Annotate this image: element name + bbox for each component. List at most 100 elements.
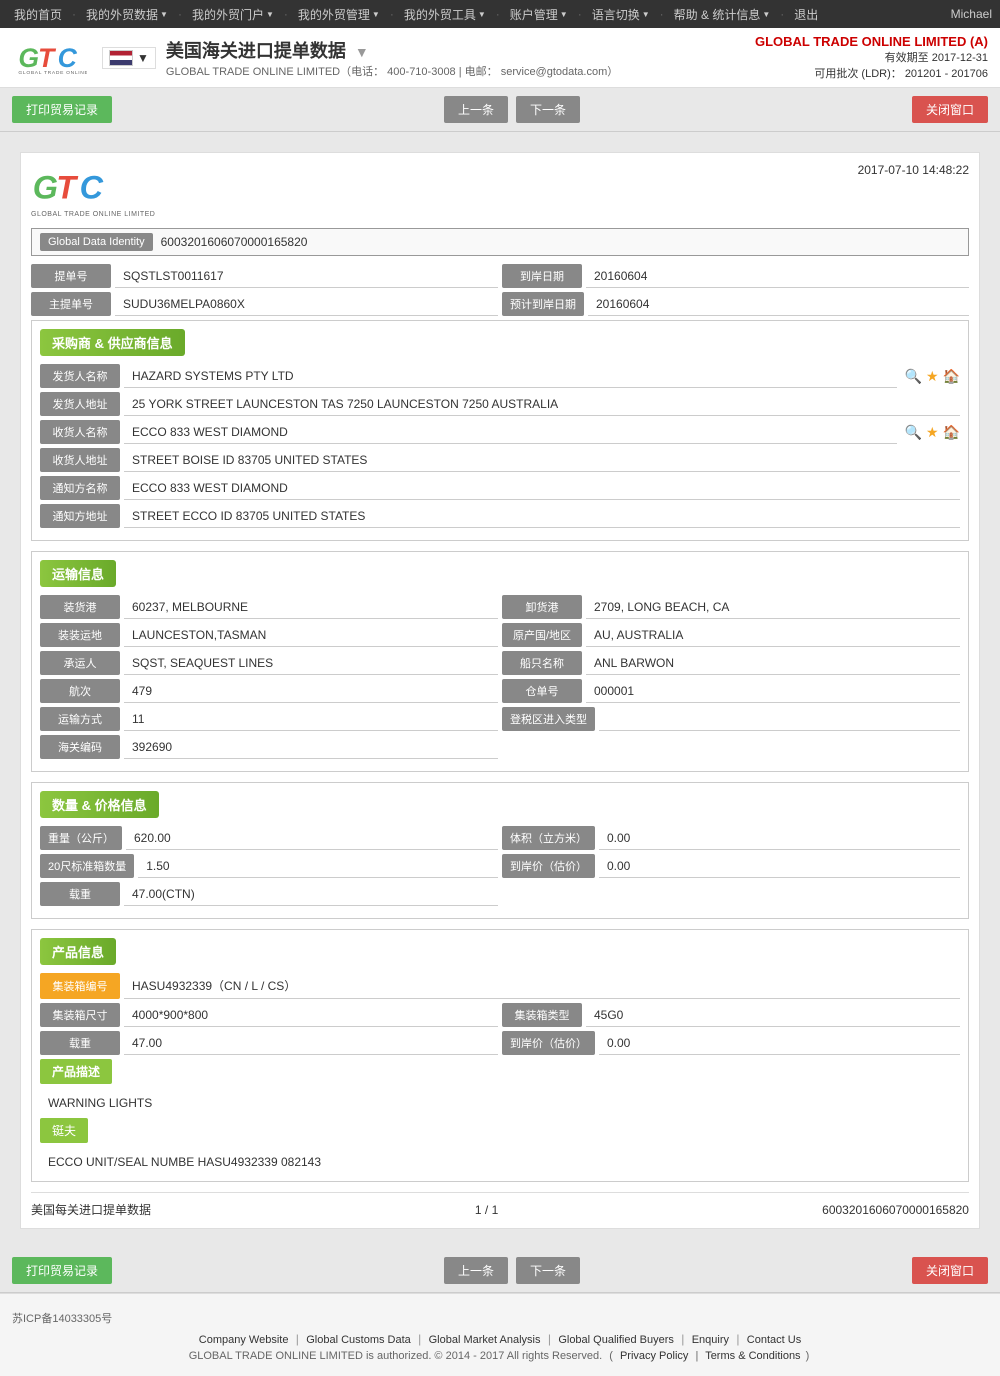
transport-mode-label: 运输方式	[40, 707, 120, 731]
footer-global-customs[interactable]: Global Customs Data	[306, 1334, 411, 1346]
svg-text:C: C	[80, 170, 104, 206]
prev-button-bottom[interactable]: 上一条	[444, 1257, 508, 1284]
footer-contact-us[interactable]: Contact Us	[747, 1334, 801, 1346]
next-button-bottom[interactable]: 下一条	[516, 1257, 580, 1284]
product-title: 产品信息	[40, 938, 116, 965]
logo: G T C GLOBAL TRADE ONLINE LIMITED	[12, 37, 92, 79]
next-button[interactable]: 下一条	[516, 96, 580, 123]
nav-home[interactable]: 我的首页	[8, 2, 68, 27]
svg-text:G: G	[18, 43, 39, 73]
product-desc-value: WARNING LIGHTS	[40, 1092, 960, 1114]
nav-help[interactable]: 帮助 & 统计信息 ▼	[668, 2, 777, 27]
nav-trade-data-arrow: ▼	[160, 10, 168, 19]
container-size-label: 集装箱尺寸	[40, 1003, 120, 1027]
arrival-price-value: 0.00	[599, 854, 960, 878]
vessel-value: ANL BARWON	[586, 651, 960, 675]
nav-trade-portal[interactable]: 我的外贸门户 ▼	[186, 2, 280, 27]
doc-logo-subtitle: GLOBAL TRADE ONLINE LIMITED	[31, 211, 155, 218]
container-price-row: 20尺标准箱数量 1.50 到岸价（估价） 0.00	[40, 854, 960, 878]
consignee-star-icon[interactable]: ★	[926, 424, 939, 441]
container-20-value: 1.50	[138, 854, 498, 878]
toolbar-top: 打印贸易记录 上一条 下一条 关闭窗口	[0, 88, 1000, 132]
manifest-value: 000001	[586, 679, 960, 703]
doc-footer-title: 美国每关进口提单数据	[31, 1201, 151, 1218]
consignee-name-row: 收货人名称 ECCO 833 WEST DIAMOND 🔍 ★ 🏠	[40, 420, 960, 444]
nav-trade-manage[interactable]: 我的外贸管理 ▼	[292, 2, 386, 27]
close-button-bottom[interactable]: 关闭窗口	[912, 1257, 988, 1284]
nav-language[interactable]: 语言切换 ▼	[586, 2, 656, 27]
consignee-name-actions: 🔍 ★ 🏠	[901, 420, 960, 444]
nav-items: 我的首页 · 我的外贸数据 ▼ · 我的外贸门户 ▼ · 我的外贸管理 ▼ · …	[8, 2, 824, 27]
flag-selector[interactable]: ▼	[102, 47, 156, 69]
footer-privacy-policy[interactable]: Privacy Policy	[620, 1350, 688, 1362]
product-price-label: 到岸价（估价）	[502, 1031, 595, 1055]
footer-global-buyers[interactable]: Global Qualified Buyers	[558, 1334, 674, 1346]
product-qty-label: 载重	[40, 1031, 120, 1055]
print-trade-record-button[interactable]: 打印贸易记录	[12, 96, 112, 123]
shipper-star-icon[interactable]: ★	[926, 368, 939, 385]
voyage-label: 航次	[40, 679, 120, 703]
container-no-value: HASU4932339（CN / L / CS）	[124, 973, 960, 999]
footer-enquiry[interactable]: Enquiry	[692, 1334, 729, 1346]
product-desc-label-row: 产品描述	[40, 1059, 960, 1088]
identity-label: Global Data Identity	[40, 233, 153, 251]
trade-zone-label: 登税区进入类型	[502, 707, 595, 731]
vessel-label: 船只名称	[502, 651, 582, 675]
loading-port-value: 60237, MELBOURNE	[124, 595, 498, 619]
nav-account[interactable]: 账户管理 ▼	[504, 2, 574, 27]
footer-company-website[interactable]: Company Website	[199, 1334, 289, 1346]
shipper-search-icon[interactable]: 🔍	[905, 368, 922, 385]
container-size-value: 4000*900*800	[124, 1003, 498, 1027]
nav-trade-tools[interactable]: 我的外贸工具 ▼	[398, 2, 492, 27]
svg-text:GLOBAL TRADE ONLINE LIMITED: GLOBAL TRADE ONLINE LIMITED	[18, 70, 87, 76]
arrival-price-label: 到岸价（估价）	[502, 854, 595, 878]
notify-name-value: ECCO 833 WEST DIAMOND	[124, 476, 960, 500]
nav-trade-data[interactable]: 我的外贸数据 ▼	[80, 2, 174, 27]
master-bill-label: 主提单号	[31, 292, 111, 316]
print-trade-record-button-bottom[interactable]: 打印贸易记录	[12, 1257, 112, 1284]
trade-zone-value	[599, 707, 960, 731]
footer-global-market[interactable]: Global Market Analysis	[429, 1334, 541, 1346]
notify-addr-row: 通知方地址 STREET ECCO ID 83705 UNITED STATES	[40, 504, 960, 528]
svg-text:T: T	[56, 170, 79, 206]
weight-volume-row: 重量（公斤） 620.00 体积（立方米） 0.00	[40, 826, 960, 850]
close-button[interactable]: 关闭窗口	[912, 96, 988, 123]
transport-mode-row: 运输方式 11 登税区进入类型	[40, 707, 960, 731]
shipper-name-row: 发货人名称 HAZARD SYSTEMS PTY LTD 🔍 ★ 🏠	[40, 364, 960, 388]
doc-footer-pagination: 1 / 1	[475, 1203, 498, 1217]
consignee-search-icon[interactable]: 🔍	[905, 424, 922, 441]
footer-terms[interactable]: Terms & Conditions	[705, 1350, 800, 1362]
consignee-name-label: 收货人名称	[40, 420, 120, 444]
origin-label: 原产国/地区	[502, 623, 582, 647]
quantity-price-title: 数量 & 价格信息	[40, 791, 159, 818]
weight-label: 重量（公斤）	[40, 826, 122, 850]
shipper-name-actions: 🔍 ★ 🏠	[901, 364, 960, 388]
container-no-row: 集装箱编号 HASU4932339（CN / L / CS）	[40, 973, 960, 999]
carrier-label: 承运人	[40, 651, 120, 675]
nav-trade-manage-arrow: ▼	[372, 10, 380, 19]
shipper-home-icon[interactable]: 🏠	[943, 368, 960, 385]
nav-help-arrow: ▼	[762, 10, 770, 19]
header-left: G T C GLOBAL TRADE ONLINE LIMITED ▼ 美国海关…	[12, 37, 618, 79]
header-bar: G T C GLOBAL TRADE ONLINE LIMITED ▼ 美国海关…	[0, 28, 1000, 88]
nav-user: Michael	[951, 7, 992, 21]
prev-button[interactable]: 上一条	[444, 96, 508, 123]
main-document: G T C GLOBAL TRADE ONLINE LIMITED 2017-0…	[20, 152, 980, 1229]
company-name: GLOBAL TRADE ONLINE LIMITED (A)	[755, 34, 988, 49]
doc-logo: G T C GLOBAL TRADE ONLINE LIMITED	[31, 163, 155, 218]
container-size-type-row: 集装箱尺寸 4000*900*800 集装箱类型 45G0	[40, 1003, 960, 1027]
product-section: 产品信息 集装箱编号 HASU4932339（CN / L / CS） 集装箱尺…	[31, 929, 969, 1182]
toolbar-bottom: 打印贸易记录 上一条 下一条 关闭窗口	[0, 1249, 1000, 1293]
nav-logout[interactable]: 退出	[788, 2, 824, 27]
consignee-home-icon[interactable]: 🏠	[943, 424, 960, 441]
transport-section: 运输信息 装货港 60237, MELBOURNE 卸货港 2709, LONG…	[31, 551, 969, 772]
customs-row: 海关编码 392690	[40, 735, 960, 759]
voyage-value: 479	[124, 679, 498, 703]
buyer-supplier-section: 采购商 & 供应商信息 发货人名称 HAZARD SYSTEMS PTY LTD…	[31, 320, 969, 541]
container-type-value: 45G0	[586, 1003, 960, 1027]
svg-text:G: G	[33, 170, 58, 206]
quantity-row: 载重 47.00(CTN)	[40, 882, 960, 906]
volume-label: 体积（立方米）	[502, 826, 595, 850]
shipper-name-label: 发货人名称	[40, 364, 120, 388]
shipper-addr-value: 25 YORK STREET LAUNCESTON TAS 7250 LAUNC…	[124, 392, 960, 416]
